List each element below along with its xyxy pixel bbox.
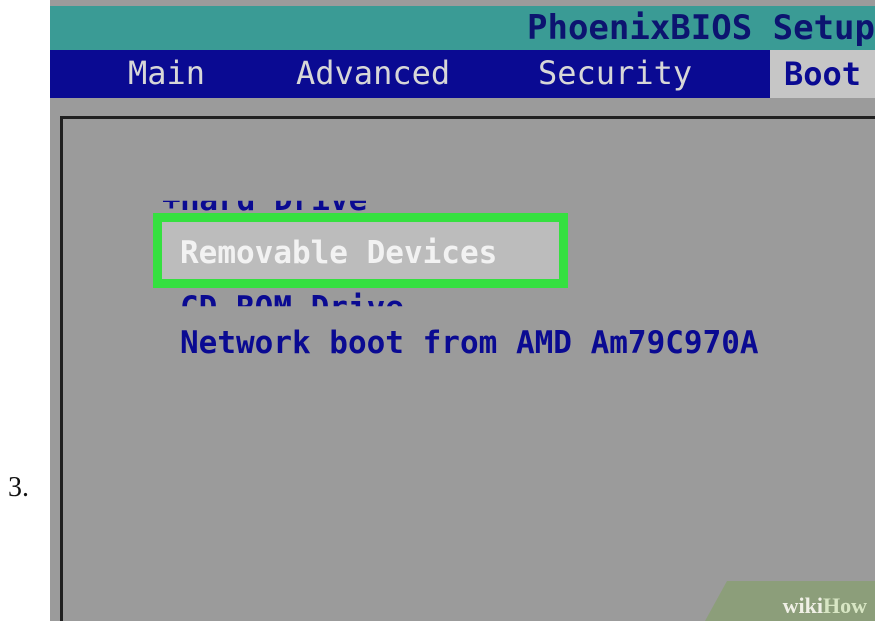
title-bar: PhoenixBIOS Setup (50, 6, 875, 50)
watermark-banner: wikiHow (705, 581, 875, 621)
boot-panel (60, 116, 875, 621)
boot-item-removable-devices[interactable]: Removable Devices (180, 235, 497, 271)
menu-tab-boot[interactable]: Boot (770, 50, 875, 98)
step-number: 3. (8, 472, 29, 503)
boot-item-network[interactable]: Network boot from AMD Am79C970A (180, 325, 759, 361)
bios-screen: PhoenixBIOS Setup Main Advanced Security… (50, 0, 875, 621)
menu-tab-advanced[interactable]: Advanced (296, 54, 450, 92)
menu-tab-main[interactable]: Main (128, 54, 205, 92)
menu-tab-security[interactable]: Security (538, 54, 692, 92)
bios-title: PhoenixBIOS Setup (527, 8, 875, 48)
watermark-logo: wikiHow (782, 593, 867, 618)
menu-bar: Main Advanced Security Boot (50, 50, 875, 98)
